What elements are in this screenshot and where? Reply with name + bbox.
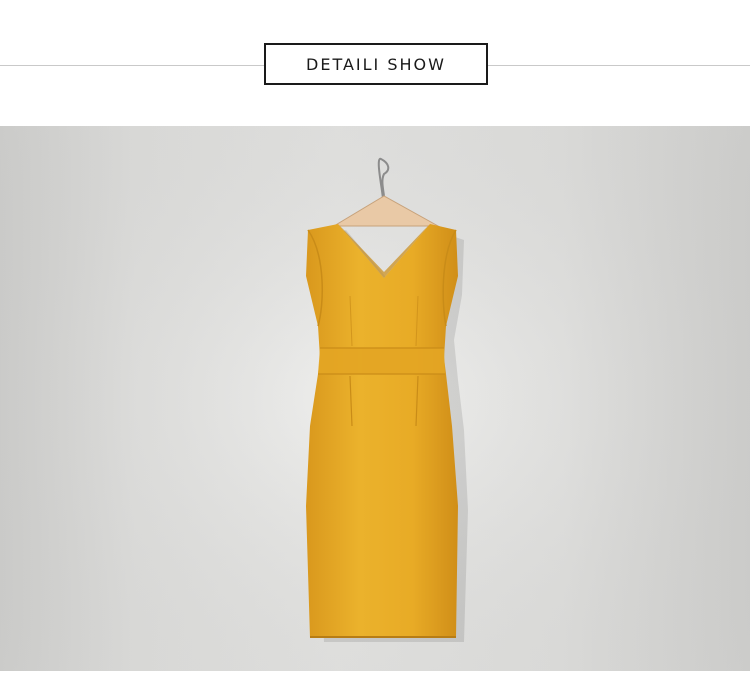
divider-right xyxy=(488,65,750,66)
divider-left xyxy=(0,65,264,66)
dress-icon xyxy=(306,224,458,638)
section-title: DETAILI SHOW xyxy=(264,43,488,85)
product-photo xyxy=(0,126,750,671)
page-footer xyxy=(0,671,750,686)
section-header: DETAILI SHOW xyxy=(0,0,750,126)
dress-illustration xyxy=(0,126,750,671)
